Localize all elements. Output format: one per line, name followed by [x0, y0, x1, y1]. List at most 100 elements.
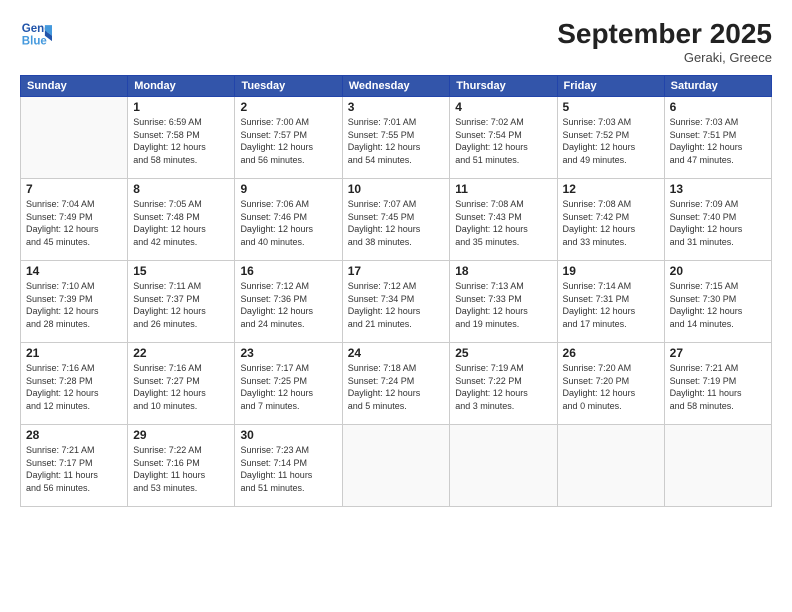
calendar-cell: 2 Sunrise: 7:00 AM Sunset: 7:57 PM Daylig… — [235, 97, 342, 179]
day-number: 6 — [670, 100, 766, 114]
calendar-cell: 14 Sunrise: 7:10 AM Sunset: 7:39 PM Dayli… — [21, 261, 128, 343]
calendar-cell: 6 Sunrise: 7:03 AM Sunset: 7:51 PM Daylig… — [664, 97, 771, 179]
calendar-cell: 8 Sunrise: 7:05 AM Sunset: 7:48 PM Daylig… — [128, 179, 235, 261]
month-title: September 2025 — [557, 18, 772, 50]
calendar-cell: 15 Sunrise: 7:11 AM Sunset: 7:37 PM Dayli… — [128, 261, 235, 343]
day-info: Sunrise: 7:12 AM Sunset: 7:34 PM Dayligh… — [348, 280, 445, 330]
calendar-header-monday: Monday — [128, 76, 235, 97]
calendar-cell: 13 Sunrise: 7:09 AM Sunset: 7:40 PM Dayli… — [664, 179, 771, 261]
day-info: Sunrise: 7:23 AM Sunset: 7:14 PM Dayligh… — [240, 444, 336, 494]
calendar-header-thursday: Thursday — [450, 76, 557, 97]
day-info: Sunrise: 7:09 AM Sunset: 7:40 PM Dayligh… — [670, 198, 766, 248]
calendar-cell: 29 Sunrise: 7:22 AM Sunset: 7:16 PM Dayli… — [128, 425, 235, 507]
day-info: Sunrise: 7:22 AM Sunset: 7:16 PM Dayligh… — [133, 444, 229, 494]
calendar-cell: 1Sunrise: 6:59 AM Sunset: 7:58 PM Daylig… — [128, 97, 235, 179]
logo-icon: General Blue — [20, 18, 52, 50]
calendar-week-row: 7 Sunrise: 7:04 AM Sunset: 7:49 PM Daylig… — [21, 179, 772, 261]
calendar-week-row: 1Sunrise: 6:59 AM Sunset: 7:58 PM Daylig… — [21, 97, 772, 179]
day-info: Sunrise: 7:05 AM Sunset: 7:48 PM Dayligh… — [133, 198, 229, 248]
calendar-cell: 21 Sunrise: 7:16 AM Sunset: 7:28 PM Dayli… — [21, 343, 128, 425]
day-number: 24 — [348, 346, 445, 360]
calendar-cell: 19Sunrise: 7:14 AM Sunset: 7:31 PM Dayli… — [557, 261, 664, 343]
title-block: September 2025 Geraki, Greece — [557, 18, 772, 65]
calendar-week-row: 14 Sunrise: 7:10 AM Sunset: 7:39 PM Dayli… — [21, 261, 772, 343]
calendar-header-friday: Friday — [557, 76, 664, 97]
day-info: Sunrise: 7:11 AM Sunset: 7:37 PM Dayligh… — [133, 280, 229, 330]
calendar-cell: 9 Sunrise: 7:06 AM Sunset: 7:46 PM Daylig… — [235, 179, 342, 261]
day-number: 2 — [240, 100, 336, 114]
calendar-cell — [664, 425, 771, 507]
day-info: Sunrise: 7:03 AM Sunset: 7:52 PM Dayligh… — [563, 116, 659, 166]
calendar-cell: 23 Sunrise: 7:17 AM Sunset: 7:25 PM Dayli… — [235, 343, 342, 425]
calendar-header-sunday: Sunday — [21, 76, 128, 97]
calendar-cell: 18 Sunrise: 7:13 AM Sunset: 7:33 PM Dayli… — [450, 261, 557, 343]
calendar-cell: 5 Sunrise: 7:03 AM Sunset: 7:52 PM Daylig… — [557, 97, 664, 179]
day-info: Sunrise: 7:06 AM Sunset: 7:46 PM Dayligh… — [240, 198, 336, 248]
day-info: Sunrise: 7:00 AM Sunset: 7:57 PM Dayligh… — [240, 116, 336, 166]
calendar-cell: 28Sunrise: 7:21 AM Sunset: 7:17 PM Dayli… — [21, 425, 128, 507]
day-info: Sunrise: 7:04 AM Sunset: 7:49 PM Dayligh… — [26, 198, 122, 248]
day-number: 21 — [26, 346, 122, 360]
calendar-cell: 24 Sunrise: 7:18 AM Sunset: 7:24 PM Dayli… — [342, 343, 450, 425]
day-number: 4 — [455, 100, 551, 114]
day-info: Sunrise: 7:20 AM Sunset: 7:20 PM Dayligh… — [563, 362, 659, 412]
calendar-cell: 7 Sunrise: 7:04 AM Sunset: 7:49 PM Daylig… — [21, 179, 128, 261]
day-number: 18 — [455, 264, 551, 278]
day-number: 15 — [133, 264, 229, 278]
day-info: Sunrise: 7:08 AM Sunset: 7:43 PM Dayligh… — [455, 198, 551, 248]
calendar-cell: 20Sunrise: 7:15 AM Sunset: 7:30 PM Dayli… — [664, 261, 771, 343]
day-number: 12 — [563, 182, 659, 196]
day-number: 29 — [133, 428, 229, 442]
day-number: 22 — [133, 346, 229, 360]
calendar-cell: 10 Sunrise: 7:07 AM Sunset: 7:45 PM Dayli… — [342, 179, 450, 261]
calendar-cell — [450, 425, 557, 507]
calendar-cell: 4 Sunrise: 7:02 AM Sunset: 7:54 PM Daylig… — [450, 97, 557, 179]
day-number: 8 — [133, 182, 229, 196]
day-info: Sunrise: 7:03 AM Sunset: 7:51 PM Dayligh… — [670, 116, 766, 166]
calendar-cell: 30 Sunrise: 7:23 AM Sunset: 7:14 PM Dayli… — [235, 425, 342, 507]
day-number: 30 — [240, 428, 336, 442]
day-number: 17 — [348, 264, 445, 278]
calendar-table: SundayMondayTuesdayWednesdayThursdayFrid… — [20, 75, 772, 507]
calendar-cell — [557, 425, 664, 507]
day-info: Sunrise: 7:13 AM Sunset: 7:33 PM Dayligh… — [455, 280, 551, 330]
day-info: Sunrise: 7:21 AM Sunset: 7:17 PM Dayligh… — [26, 444, 122, 494]
day-info: Sunrise: 7:21 AM Sunset: 7:19 PM Dayligh… — [670, 362, 766, 412]
day-number: 23 — [240, 346, 336, 360]
day-number: 14 — [26, 264, 122, 278]
svg-text:Blue: Blue — [22, 36, 48, 48]
day-info: Sunrise: 7:16 AM Sunset: 7:28 PM Dayligh… — [26, 362, 122, 412]
day-info: Sunrise: 7:10 AM Sunset: 7:39 PM Dayligh… — [26, 280, 122, 330]
day-info: Sunrise: 7:08 AM Sunset: 7:42 PM Dayligh… — [563, 198, 659, 248]
logo: General Blue — [20, 18, 52, 50]
day-info: Sunrise: 7:17 AM Sunset: 7:25 PM Dayligh… — [240, 362, 336, 412]
day-number: 3 — [348, 100, 445, 114]
calendar-header-wednesday: Wednesday — [342, 76, 450, 97]
calendar-cell — [342, 425, 450, 507]
calendar-cell: 3 Sunrise: 7:01 AM Sunset: 7:55 PM Daylig… — [342, 97, 450, 179]
page-header: General Blue September 2025 Geraki, Gree… — [20, 18, 772, 65]
day-number: 25 — [455, 346, 551, 360]
calendar-cell: 12 Sunrise: 7:08 AM Sunset: 7:42 PM Dayli… — [557, 179, 664, 261]
calendar-header-saturday: Saturday — [664, 76, 771, 97]
day-info: Sunrise: 7:14 AM Sunset: 7:31 PM Dayligh… — [563, 280, 659, 330]
day-number: 13 — [670, 182, 766, 196]
day-number: 7 — [26, 182, 122, 196]
day-number: 11 — [455, 182, 551, 196]
calendar-cell: 27Sunrise: 7:21 AM Sunset: 7:19 PM Dayli… — [664, 343, 771, 425]
day-info: Sunrise: 7:18 AM Sunset: 7:24 PM Dayligh… — [348, 362, 445, 412]
day-info: Sunrise: 7:19 AM Sunset: 7:22 PM Dayligh… — [455, 362, 551, 412]
day-info: Sunrise: 7:07 AM Sunset: 7:45 PM Dayligh… — [348, 198, 445, 248]
calendar-week-row: 21 Sunrise: 7:16 AM Sunset: 7:28 PM Dayli… — [21, 343, 772, 425]
day-info: Sunrise: 6:59 AM Sunset: 7:58 PM Dayligh… — [133, 116, 229, 166]
day-number: 5 — [563, 100, 659, 114]
day-number: 20 — [670, 264, 766, 278]
day-number: 10 — [348, 182, 445, 196]
day-info: Sunrise: 7:02 AM Sunset: 7:54 PM Dayligh… — [455, 116, 551, 166]
calendar-week-row: 28Sunrise: 7:21 AM Sunset: 7:17 PM Dayli… — [21, 425, 772, 507]
day-info: Sunrise: 7:16 AM Sunset: 7:27 PM Dayligh… — [133, 362, 229, 412]
calendar-cell: 11 Sunrise: 7:08 AM Sunset: 7:43 PM Dayli… — [450, 179, 557, 261]
day-info: Sunrise: 7:01 AM Sunset: 7:55 PM Dayligh… — [348, 116, 445, 166]
day-number: 9 — [240, 182, 336, 196]
calendar-header-tuesday: Tuesday — [235, 76, 342, 97]
